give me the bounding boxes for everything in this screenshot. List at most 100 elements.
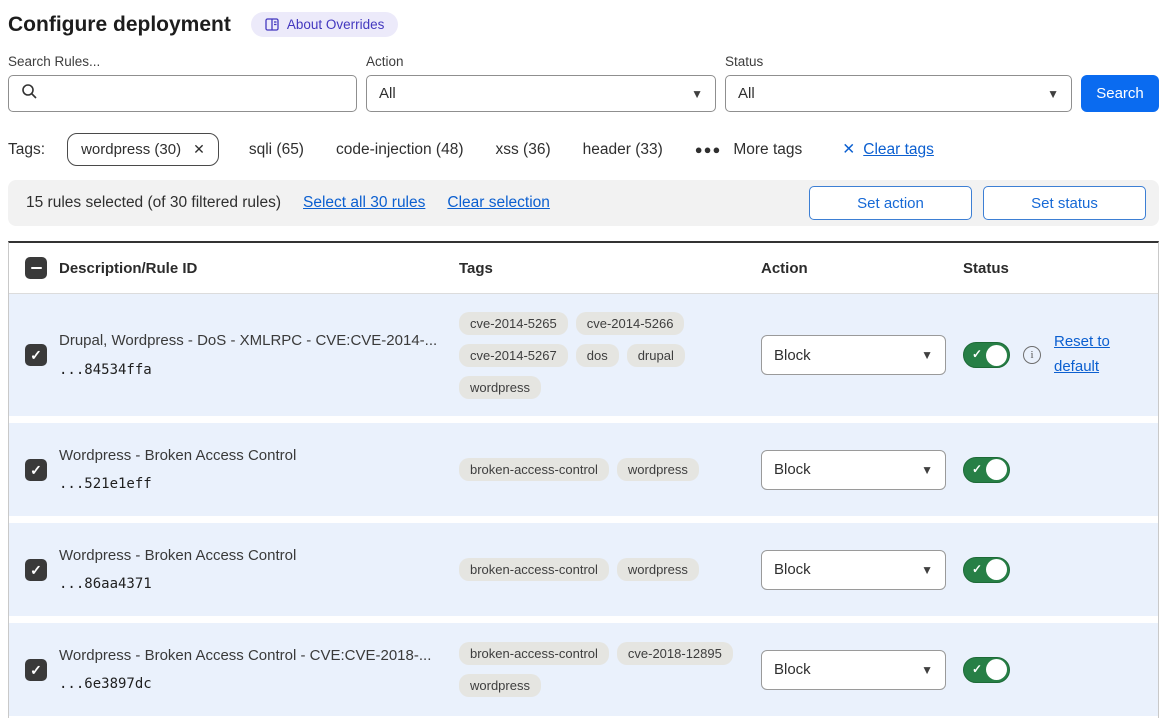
- info-icon[interactable]: i: [1023, 346, 1041, 364]
- book-icon: [265, 18, 279, 31]
- rule-tags: broken-access-controlcve-2018-12895wordp…: [459, 642, 737, 697]
- toggle-knob: [986, 659, 1007, 680]
- set-status-button[interactable]: Set status: [983, 186, 1146, 220]
- toggle-knob: [986, 559, 1007, 580]
- row-checkbox[interactable]: ✓: [25, 659, 47, 681]
- toggle-knob: [986, 459, 1007, 480]
- column-action: Action: [755, 260, 955, 277]
- tag-pill: wordpress: [459, 674, 541, 697]
- status-toggle[interactable]: ✓: [963, 342, 1010, 368]
- filter-bar: Search Rules... Action All ▼ Status All: [8, 54, 1159, 112]
- rule-id: ...6e3897dc: [59, 676, 439, 692]
- rule-description: Wordpress - Broken Access Control: [59, 447, 439, 466]
- tag-pill: cve-2018-12895: [617, 642, 733, 665]
- more-tags-button[interactable]: ●●● More tags: [695, 141, 802, 159]
- remove-tag-icon[interactable]: ✕: [193, 141, 205, 158]
- page-header: Configure deployment About Overrides: [8, 12, 1159, 37]
- select-all-checkbox[interactable]: [25, 257, 47, 279]
- status-toggle[interactable]: ✓: [963, 557, 1010, 583]
- tag-pill: wordpress: [459, 376, 541, 399]
- tag-pill: dos: [576, 344, 619, 367]
- status-toggle[interactable]: ✓: [963, 657, 1010, 683]
- tag-option[interactable]: xss (36): [496, 141, 551, 159]
- set-action-button[interactable]: Set action: [809, 186, 972, 220]
- search-input[interactable]: [8, 75, 357, 112]
- status-filter-select[interactable]: All ▼: [725, 75, 1072, 112]
- table-row: ✓ Drupal, Wordpress - DoS - XMLRPC - CVE…: [9, 294, 1158, 416]
- status-filter-label: Status: [725, 54, 1072, 69]
- page-title: Configure deployment: [8, 13, 231, 37]
- row-checkbox[interactable]: ✓: [25, 459, 47, 481]
- table-row: ✓ Wordpress - Broken Access Control ...8…: [9, 523, 1158, 616]
- rule-description: Drupal, Wordpress - DoS - XMLRPC - CVE:C…: [59, 332, 439, 351]
- tag-pill: wordpress: [617, 458, 699, 481]
- row-checkbox[interactable]: ✓: [25, 344, 47, 366]
- tag-pill: wordpress: [617, 558, 699, 581]
- rules-table: Description/Rule ID Tags Action Status ✓…: [8, 241, 1159, 718]
- tag-pill: broken-access-control: [459, 558, 609, 581]
- tag-pill: drupal: [627, 344, 685, 367]
- chevron-down-icon: ▼: [921, 348, 933, 362]
- chevron-down-icon: ▼: [1047, 87, 1059, 101]
- table-row: ✓ Wordpress - Broken Access Control - CV…: [9, 623, 1158, 716]
- tag-options: sqli (65) code-injection (48) xss (36) head…: [249, 141, 663, 159]
- rule-tags: broken-access-control wordpress: [459, 458, 737, 481]
- tag-option[interactable]: code-injection (48): [336, 141, 464, 159]
- check-icon: ✓: [972, 462, 982, 476]
- search-rules-label: Search Rules...: [8, 54, 357, 69]
- tag-pill: broken-access-control: [459, 458, 609, 481]
- chevron-down-icon: ▼: [691, 87, 703, 101]
- chevron-down-icon: ▼: [921, 663, 933, 677]
- check-icon: ✓: [972, 562, 982, 576]
- action-select[interactable]: Block ▼: [761, 550, 946, 590]
- table-header: Description/Rule ID Tags Action Status: [9, 243, 1158, 294]
- about-overrides-badge[interactable]: About Overrides: [251, 12, 399, 37]
- action-select-value: Block: [774, 561, 811, 578]
- action-select[interactable]: Block ▼: [761, 450, 946, 490]
- tag-option[interactable]: sqli (65): [249, 141, 304, 159]
- more-tags-label: More tags: [733, 141, 802, 159]
- toggle-knob: [986, 345, 1007, 366]
- rule-tags: cve-2014-5265 cve-2014-5266 cve-2014-5267 d…: [459, 312, 737, 399]
- table-body: ✓ Drupal, Wordpress - DoS - XMLRPC - CVE…: [9, 294, 1158, 716]
- select-all-link[interactable]: Select all 30 rules: [303, 194, 425, 212]
- selected-tag-label: wordpress (30): [81, 141, 181, 158]
- tags-bar: Tags: wordpress (30) ✕ sqli (65) code-inj…: [8, 133, 1159, 166]
- tags-label: Tags:: [8, 141, 45, 159]
- search-icon: [21, 83, 38, 104]
- tag-pill: cve-2014-5265: [459, 312, 568, 335]
- rule-id: ...86aa4371: [59, 576, 439, 592]
- selection-summary: 15 rules selected (of 30 filtered rules): [26, 194, 281, 212]
- action-select-value: Block: [774, 661, 811, 678]
- rule-tags: broken-access-control wordpress: [459, 558, 737, 581]
- rule-id: ...84534ffa: [59, 362, 439, 378]
- column-description: Description/Rule ID: [59, 260, 459, 277]
- tag-pill: cve-2014-5267: [459, 344, 568, 367]
- ellipsis-icon: ●●●: [695, 142, 722, 157]
- rule-id: ...521e1eff: [59, 476, 439, 492]
- check-icon: ✓: [972, 662, 982, 676]
- reset-to-default-link[interactable]: Reset to default: [1054, 330, 1118, 380]
- row-checkbox[interactable]: ✓: [25, 559, 47, 581]
- action-filter-select[interactable]: All ▼: [366, 75, 716, 112]
- clear-tags-button[interactable]: ✕ Clear tags: [842, 140, 934, 159]
- chevron-down-icon: ▼: [921, 563, 933, 577]
- action-filter-value: All: [379, 85, 396, 102]
- tag-pill: cve-2014-5266: [576, 312, 685, 335]
- column-status: Status: [955, 260, 1158, 277]
- action-select[interactable]: Block ▼: [761, 650, 946, 690]
- action-select[interactable]: Block ▼: [761, 335, 946, 375]
- selection-bar: 15 rules selected (of 30 filtered rules)…: [8, 180, 1159, 226]
- search-button[interactable]: Search: [1081, 75, 1159, 112]
- action-filter-label: Action: [366, 54, 716, 69]
- rule-description: Wordpress - Broken Access Control - CVE:…: [59, 647, 439, 666]
- table-row: ✓ Wordpress - Broken Access Control ...5…: [9, 423, 1158, 516]
- action-select-value: Block: [774, 461, 811, 478]
- chevron-down-icon: ▼: [921, 463, 933, 477]
- status-toggle[interactable]: ✓: [963, 457, 1010, 483]
- selected-tag-chip[interactable]: wordpress (30) ✕: [67, 133, 219, 166]
- clear-tags-label: Clear tags: [863, 141, 934, 159]
- about-overrides-label: About Overrides: [287, 17, 385, 32]
- clear-selection-link[interactable]: Clear selection: [447, 194, 550, 212]
- tag-option[interactable]: header (33): [583, 141, 663, 159]
